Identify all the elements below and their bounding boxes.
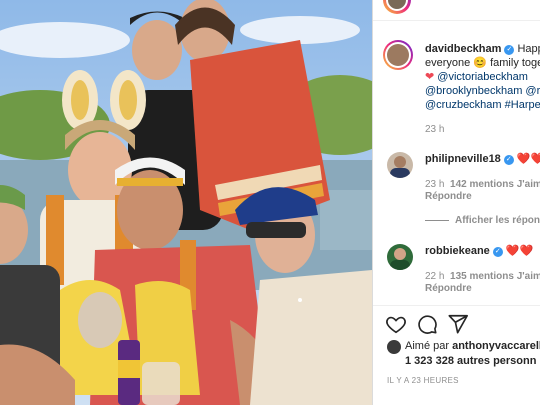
post-side-panel: davidbeckham✓ Happ everyone 😊 family tog… — [372, 0, 540, 405]
mention-brooklynbeckham[interactable]: @brooklynbeckham @r — [425, 84, 540, 99]
smile-emoji-icon: 😊 — [473, 57, 488, 69]
post-photo[interactable] — [0, 0, 372, 405]
caption-text-1: Happ — [517, 43, 540, 55]
caption-avatar[interactable] — [383, 40, 413, 70]
header-avatar[interactable] — [383, 0, 411, 14]
caption-line-1: davidbeckham✓ Happ — [425, 42, 540, 57]
liked-by-user[interactable]: anthonyvaccarell — [452, 340, 540, 352]
comment-text: ❤️❤️ — [505, 245, 534, 257]
reply-button[interactable]: Répondre — [425, 281, 472, 296]
liked-by-avatar[interactable] — [387, 340, 401, 354]
comment-header: philipneville18✓ ❤️❤️ — [425, 152, 540, 167]
divider — [373, 305, 540, 306]
comment-text: ❤️❤️ — [516, 153, 540, 165]
verified-badge-icon: ✓ — [504, 45, 515, 55]
heart-emoji-icon: ❤ — [425, 71, 435, 83]
liked-by-prefix: Aimé par — [405, 340, 450, 352]
mention-victoriabeckham[interactable]: @victoriabeckham — [437, 71, 528, 83]
comment-avatar[interactable] — [387, 152, 413, 178]
caption-username[interactable]: davidbeckham — [425, 43, 501, 55]
post-timestamp[interactable]: IL Y A 23 HEURES — [387, 373, 459, 388]
comment-avatar[interactable] — [387, 244, 413, 270]
verified-badge-icon: ✓ — [503, 155, 514, 165]
liked-by-line: Aimé par anthonyvaccarell — [405, 339, 540, 354]
caption-time: 23 h — [425, 124, 445, 135]
likes-count[interactable]: 1 323 328 autres personn — [405, 354, 536, 369]
view-replies-button[interactable]: Afficher les répons — [455, 213, 540, 228]
comment-icon[interactable] — [416, 313, 438, 335]
caption-line-2: everyone 😊 family toge — [425, 57, 540, 69]
verified-badge-icon: ✓ — [492, 247, 503, 257]
family-photo-illustration — [0, 0, 372, 405]
reply-button[interactable]: Répondre — [425, 189, 472, 204]
mention-cruzbeckham[interactable]: @cruzbeckham #Harpe — [425, 98, 540, 113]
divider — [373, 20, 540, 21]
replies-line — [425, 220, 449, 221]
comment-username[interactable]: robbiekeane — [425, 245, 490, 257]
heart-outline-icon[interactable] — [385, 313, 407, 335]
comment-username[interactable]: philipneville18 — [425, 153, 501, 165]
comment-header: robbiekeane ✓ ❤️❤️ — [425, 244, 533, 259]
paper-plane-icon[interactable] — [447, 313, 469, 335]
caption-line-3: ❤ @victoriabeckham — [425, 70, 528, 85]
